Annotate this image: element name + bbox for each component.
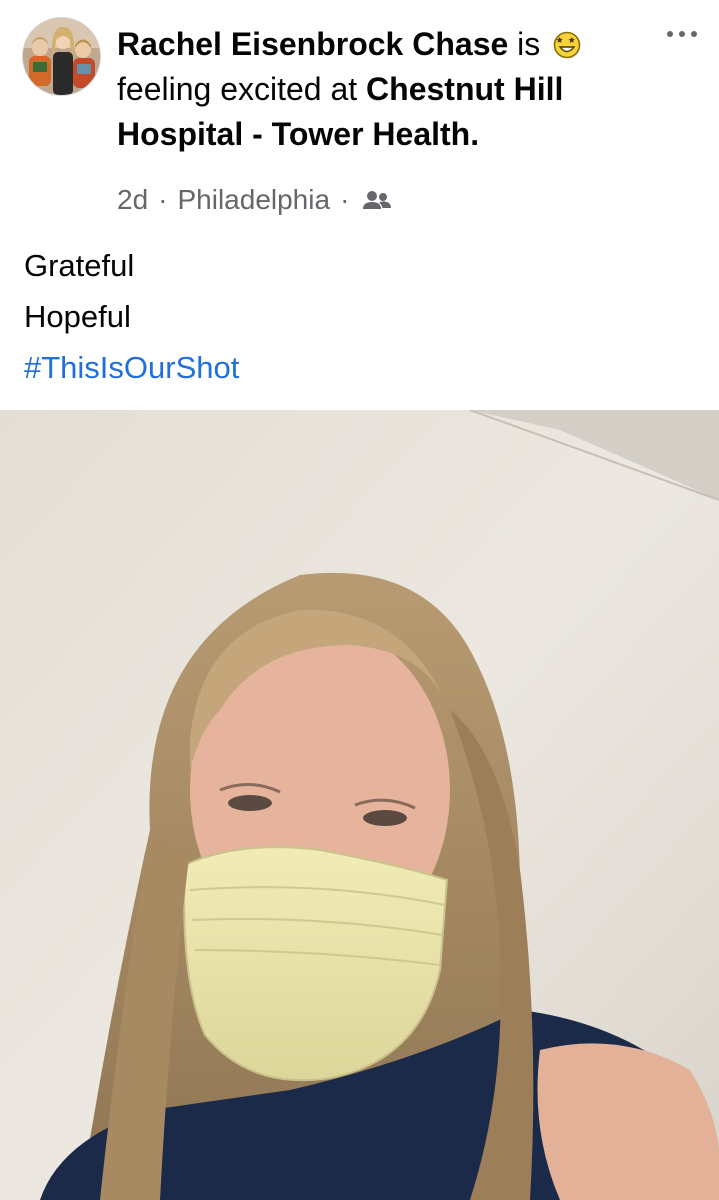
meta-separator: ·: [158, 184, 168, 215]
friends-icon[interactable]: [361, 188, 393, 212]
avatar-photo: [23, 18, 100, 95]
post-place[interactable]: Philadelphia: [177, 184, 330, 216]
hashtag-link[interactable]: #ThisIsOurShot: [24, 342, 239, 393]
post-text-line: Grateful: [24, 248, 135, 283]
excited-emoji-icon: [553, 31, 581, 59]
selfie-photo: [0, 410, 719, 1200]
post-text-line: Hopeful: [24, 299, 131, 334]
post-header: Rachel Eisenbrock Chase is feeling excit…: [0, 0, 719, 230]
author-name[interactable]: Rachel Eisenbrock Chase: [117, 26, 508, 62]
more-options-button[interactable]: [662, 22, 702, 46]
post-body: Grateful Hopeful #ThisIsOurShot: [24, 240, 239, 393]
post-timestamp[interactable]: 2d: [117, 184, 148, 216]
post-meta: 2d · Philadelphia ·: [117, 180, 393, 220]
post-header-text: Rachel Eisenbrock Chase is feeling excit…: [117, 22, 647, 157]
feeling-text: feeling excited at: [117, 71, 358, 107]
feeling-prefix: is: [517, 26, 541, 62]
meta-separator: ·: [340, 184, 350, 215]
more-options-icon: [667, 31, 697, 37]
author-avatar[interactable]: [22, 17, 101, 96]
post-photo[interactable]: [0, 410, 719, 1200]
